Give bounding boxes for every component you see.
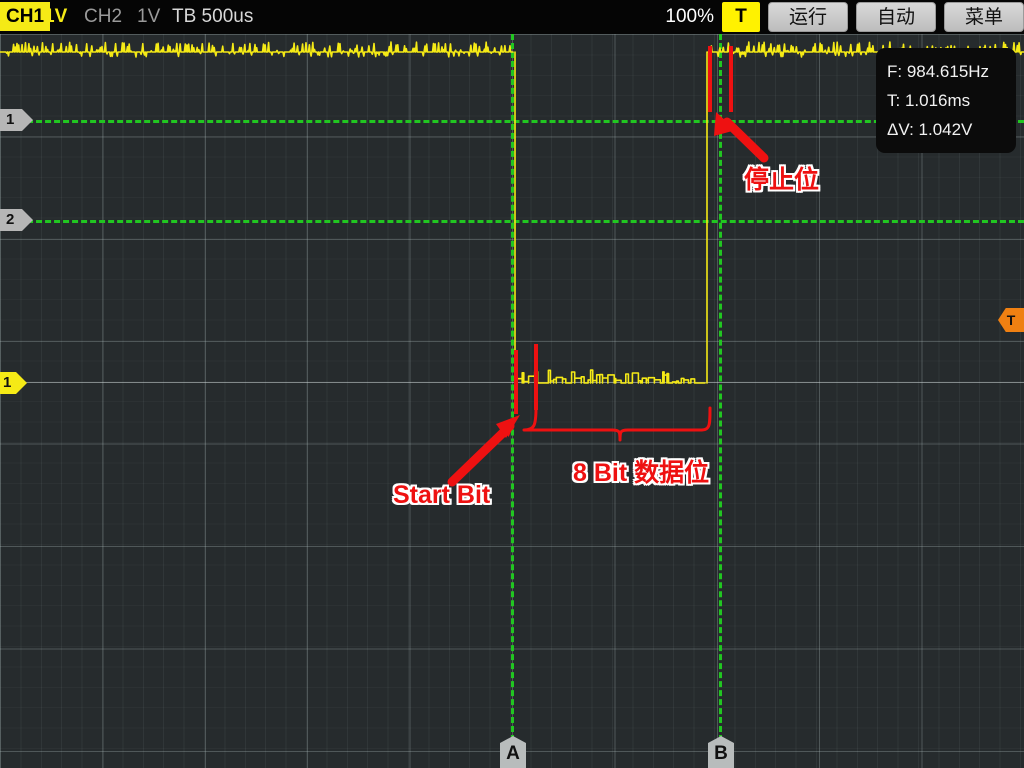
waveform-plot-area[interactable]: 1 2 1 T A B Start Bit 8 Bit 数据位 停止位 F: 9… xyxy=(0,34,1024,768)
stop-bit-arrow xyxy=(714,112,769,163)
ch2-volts-label[interactable]: 1V xyxy=(137,2,160,31)
measurement-frequency: F: 984.615Hz xyxy=(887,62,990,81)
auto-button[interactable]: 自动 xyxy=(856,2,936,32)
oscilloscope-screen: CH1 1V CH2 1V TB 500us 100% T 运行 自动 菜单 1… xyxy=(0,0,1024,768)
start-bit-label: Start Bit xyxy=(393,481,491,509)
trigger-mode-button[interactable]: T xyxy=(722,2,760,32)
top-toolbar: CH1 1V CH2 1V TB 500us 100% T 运行 自动 菜单 xyxy=(0,0,1024,34)
data-bits-label: 8 Bit 数据位 xyxy=(573,459,710,487)
start-bit-arrow xyxy=(447,415,520,487)
menu-button[interactable]: 菜单 xyxy=(944,2,1024,32)
annotation-overlay xyxy=(447,46,769,487)
stop-bit-label: 停止位 xyxy=(744,166,820,194)
ch1-volts-label[interactable]: 1V xyxy=(44,2,67,31)
run-button[interactable]: 运行 xyxy=(768,2,848,32)
zoom-level-label: 100% xyxy=(665,6,714,27)
ch2-badge[interactable]: CH2 xyxy=(84,2,122,31)
measurement-panel[interactable]: F: 984.615Hz T: 1.016ms ΔV: 1.042V xyxy=(876,48,1016,153)
ch1-badge[interactable]: CH1 xyxy=(0,2,51,31)
measurement-delta-v: ΔV: 1.042V xyxy=(887,120,973,139)
timebase-label[interactable]: TB 500us xyxy=(172,2,253,31)
measurement-period: T: 1.016ms xyxy=(887,91,971,110)
data-bits-brace xyxy=(522,406,712,442)
